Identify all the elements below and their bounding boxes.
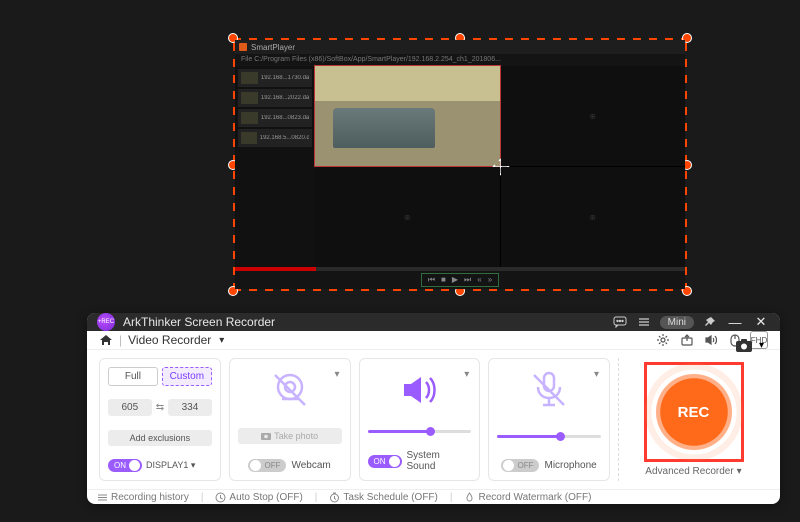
width-input[interactable]: 605 xyxy=(108,399,152,416)
auto-stop-button[interactable]: Auto Stop (OFF) xyxy=(215,492,302,503)
webcam-icon xyxy=(267,367,313,413)
mode-dropdown-icon[interactable]: ▾ xyxy=(219,335,224,346)
player-logo-icon xyxy=(239,43,247,51)
player-titlebar[interactable]: SmartPlayer xyxy=(235,40,685,54)
close-button[interactable]: ✕ xyxy=(752,314,770,330)
feedback-icon[interactable] xyxy=(612,314,628,330)
mini-mode-button[interactable]: Mini xyxy=(660,316,694,329)
lock-ratio-icon[interactable]: ⇆ xyxy=(156,402,164,413)
next-icon[interactable]: ⏭ xyxy=(464,275,471,285)
display-select[interactable]: DISPLAY1 ▾ xyxy=(146,460,195,471)
region-card: Full Custom 605 ⇆ 334 Add exclusions ON … xyxy=(99,358,221,481)
app-logo-icon: +REC xyxy=(97,313,115,331)
pin-icon[interactable] xyxy=(702,314,718,330)
display-toggle[interactable]: ON xyxy=(108,459,142,472)
menu-icon[interactable] xyxy=(636,314,652,330)
recorder-footer: Recording history | Auto Stop (OFF) | Ta… xyxy=(87,489,780,504)
player-playlist[interactable]: 192.168...1730.dav 192.168...2022.dav 19… xyxy=(235,66,315,267)
mic-label: Microphone xyxy=(544,460,596,471)
player-progress-bar[interactable] xyxy=(235,267,685,271)
video-quad-4[interactable]: ⊕ xyxy=(501,167,686,267)
recording-history-button[interactable]: Recording history xyxy=(97,492,189,503)
microphone-card: ▾ OFF Microphone xyxy=(488,358,610,481)
sound-toggle[interactable]: ON xyxy=(368,455,402,468)
mode-title: Video Recorder xyxy=(128,333,211,347)
mic-dropdown-icon[interactable]: ▾ xyxy=(594,369,599,380)
snapshot-icon[interactable] xyxy=(735,336,753,354)
add-exclusions-button[interactable]: Add exclusions xyxy=(108,430,212,446)
app-title: ArkThinker Screen Recorder xyxy=(123,315,275,329)
minimize-button[interactable]: — xyxy=(726,315,744,330)
advanced-recorder-button[interactable]: Advanced Recorder▾ xyxy=(645,466,741,477)
slow-icon[interactable]: « xyxy=(477,275,481,285)
player-controls: ⏮ ■ ▶ ⏭ « » xyxy=(235,271,685,289)
list-item[interactable]: 192.168...1730.dav xyxy=(238,69,312,87)
recorder-panel: +REC ArkThinker Screen Recorder Mini — ✕… xyxy=(87,313,780,504)
webcam-dropdown-icon[interactable]: ▾ xyxy=(334,369,339,380)
sound-dropdown-icon[interactable]: ▾ xyxy=(464,369,469,380)
webcam-toggle[interactable]: OFF xyxy=(248,459,286,472)
list-item[interactable]: 192.168...2022.dav xyxy=(238,89,312,107)
task-schedule-button[interactable]: Task Schedule (OFF) xyxy=(329,492,437,503)
system-sound-card: ▾ ON System Sound xyxy=(359,358,481,481)
recorder-titlebar[interactable]: +REC ArkThinker Screen Recorder Mini — ✕ xyxy=(87,313,780,331)
settings-icon[interactable] xyxy=(654,331,672,349)
webcam-card: ▾ Take photo OFF Webcam xyxy=(229,358,351,481)
video-quad-2[interactable]: ⊕ xyxy=(501,66,686,166)
custom-region-button[interactable]: Custom xyxy=(162,367,212,386)
record-button[interactable]: REC xyxy=(651,369,737,455)
list-item[interactable]: 192.168...0823.dav xyxy=(238,109,312,127)
take-photo-button[interactable]: Take photo xyxy=(238,428,342,444)
home-icon[interactable] xyxy=(99,333,113,347)
share-icon[interactable] xyxy=(678,331,696,349)
mic-slider[interactable] xyxy=(497,435,601,438)
stop-icon[interactable]: ■ xyxy=(441,275,446,285)
record-highlight: REC xyxy=(644,362,744,462)
video-player-window: SmartPlayer File C:/Program Files (x86)/… xyxy=(235,40,685,289)
sound-label: System Sound xyxy=(407,450,472,472)
height-input[interactable]: 334 xyxy=(168,399,212,416)
volume-icon[interactable] xyxy=(702,331,720,349)
player-quad-view: ⊕ ⊕ ⊕ xyxy=(315,66,685,267)
mic-toggle[interactable]: OFF xyxy=(501,459,539,472)
full-screen-button[interactable]: Full xyxy=(108,367,158,386)
list-item[interactable]: 192.168.5...0820.dav xyxy=(238,129,312,147)
player-file-path: File C:/Program Files (x86)/SoftBox/App/… xyxy=(235,54,685,66)
video-quad-3[interactable]: ⊕ xyxy=(315,167,500,267)
record-column: ▾ REC Advanced Recorder▾ xyxy=(618,358,768,481)
microphone-icon xyxy=(526,367,572,413)
play-icon[interactable]: ▶ xyxy=(452,275,458,285)
fast-icon[interactable]: » xyxy=(488,275,492,285)
video-quad-1[interactable] xyxy=(315,66,500,166)
player-title-text: SmartPlayer xyxy=(251,43,295,52)
sound-slider[interactable] xyxy=(368,430,472,433)
prev-icon[interactable]: ⏮ xyxy=(428,275,435,285)
webcam-label: Webcam xyxy=(291,460,330,471)
watermark-button[interactable]: Record Watermark (OFF) xyxy=(464,492,591,503)
speaker-icon xyxy=(396,367,442,413)
capture-selection[interactable]: SmartPlayer File C:/Program Files (x86)/… xyxy=(231,36,689,293)
recorder-subheader: | Video Recorder ▾ FHD xyxy=(87,331,780,350)
snapshot-dropdown-icon[interactable]: ▾ xyxy=(759,340,764,351)
